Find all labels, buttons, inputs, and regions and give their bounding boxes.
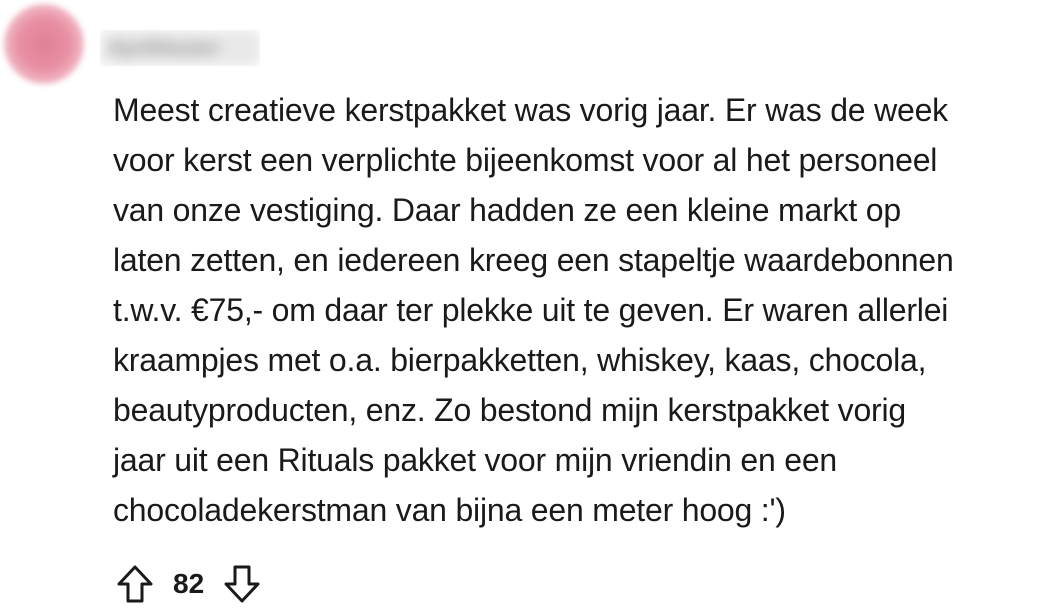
upvote-button[interactable]	[113, 562, 157, 606]
comment-line: kraampjes met o.a. bierpakketten, whiske…	[113, 342, 927, 378]
comment-line: Meest creatieve kerstpakket was vorig ja…	[113, 92, 948, 128]
downvote-button[interactable]	[220, 562, 264, 606]
comment-author[interactable]: AprilMaster	[100, 30, 260, 66]
vote-count: 82	[173, 568, 205, 599]
comment-line: jaar uit een Rituals pakket voor mijn vr…	[113, 442, 838, 478]
arrow-down-outline-icon	[224, 565, 260, 603]
comment-line: t.w.v. €75,- om daar ter plekke uit te g…	[113, 292, 949, 328]
arrow-up-outline-icon	[117, 565, 153, 603]
comment-line: beautyproducten, enz. Zo bestond mijn ke…	[113, 392, 907, 428]
avatar[interactable]	[4, 4, 84, 84]
comment-body: Meest creatieve kerstpakket was vorig ja…	[113, 85, 1048, 535]
vote-bar: 82	[113, 560, 264, 608]
comment-line: van onze vestiging. Daar hadden ze een k…	[113, 192, 901, 228]
author-name: AprilMaster	[100, 30, 260, 66]
comment-line: laten zetten, en iedereen kreeg een stap…	[113, 242, 954, 278]
comment-line: chocoladekerstman van bijna een meter ho…	[113, 492, 786, 528]
comment-line: voor kerst een verplichte bijeenkomst vo…	[113, 142, 938, 178]
